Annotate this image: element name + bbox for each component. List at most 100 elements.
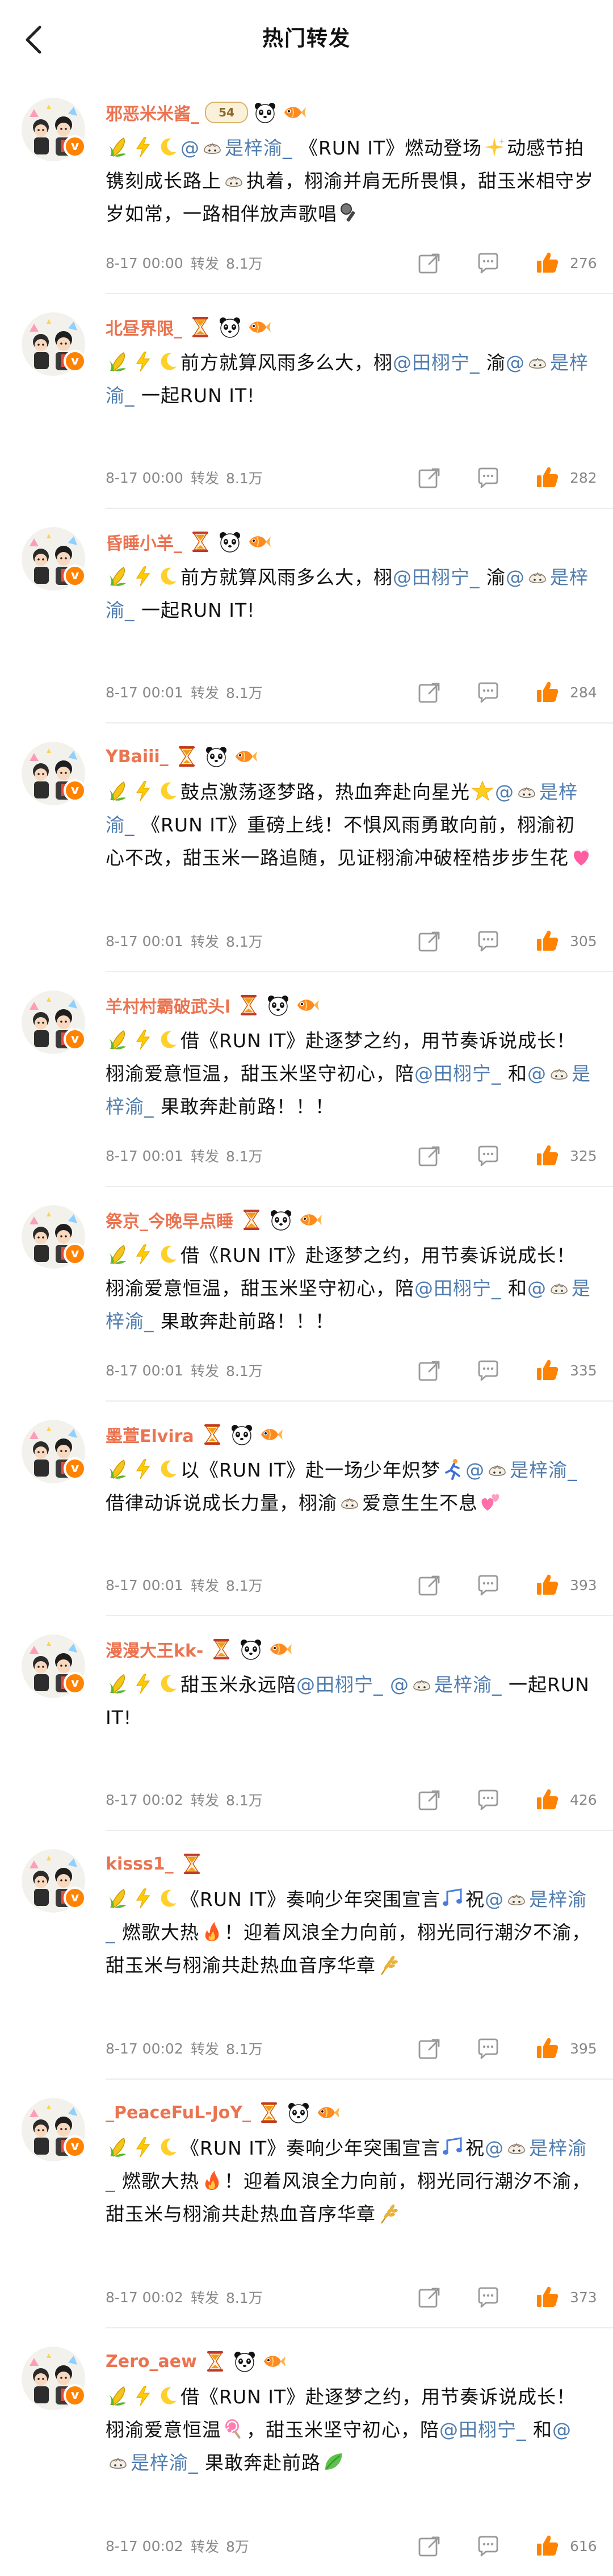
repost-text: 《RUN IT》奏响少年突围宣言 祝@ 是梓渝_ 燃歌大热 ！迎着风浪全力向前，栩光同… [106, 2132, 594, 2231]
repost-label: 转发 [191, 2539, 220, 2555]
text-segment: 一起RUN IT! [135, 599, 255, 621]
username[interactable]: 墨萱Elvira [106, 1422, 194, 1447]
username[interactable]: 漫漫大王kk- [106, 1637, 203, 1662]
username[interactable]: 昏睡小羊_ [106, 529, 182, 554]
text-segment: ，甜玉米坚守初心，陪 [246, 2419, 439, 2441]
like-icon[interactable] [535, 680, 560, 705]
dumpling-icon [526, 350, 549, 373]
verified-badge-icon: v [64, 350, 86, 373]
dumpling-icon [548, 1276, 570, 1299]
mention-link[interactable]: @田栩宁_ [296, 1674, 384, 1696]
mention-link[interactable]: @ [485, 2137, 504, 2159]
mention-link[interactable]: @田栩宁_ [393, 352, 480, 374]
username[interactable]: 羊村村霸破武头l [106, 993, 230, 1018]
repost-icon[interactable] [417, 1573, 442, 1598]
mention-link[interactable]: @ [527, 1063, 547, 1085]
text-segment: 甜玉米永远陪 [180, 1674, 296, 1696]
repost-text: 前方就算风雨多么大，栩@田栩宁_ 渝@ 是梓渝_ 一起RUN IT! [106, 561, 594, 627]
bolt-icon [132, 1028, 154, 1051]
like-icon[interactable] [535, 929, 560, 954]
mention-link[interactable]: @田栩宁_ [393, 566, 480, 588]
mention-link[interactable]: 是梓渝_ [225, 137, 293, 159]
comment-icon[interactable] [476, 1143, 501, 1168]
repost-item[interactable]: v 墨萱Elvira 以《RUN IT》赴一场少年炽梦 @ 是梓渝_ 借律动诉说成长力量… [0, 1402, 613, 1615]
repost-item[interactable]: v YBaiii_ 鼓点激荡逐梦路，热血奔赴向星光 @ 是梓渝_ 《RUN IT》重磅上… [0, 724, 613, 971]
like-icon[interactable] [535, 2285, 560, 2310]
repost-item[interactable]: v 北昼界限_ 前方就算风雨多么大，栩@田栩宁_ 渝@ 是梓渝_ 一起RUN IT! 8… [0, 294, 613, 508]
mention-link[interactable]: @ [495, 781, 514, 803]
username[interactable]: YBaiii_ [106, 747, 169, 767]
panda-badge-icon [266, 993, 291, 1018]
repost-icon[interactable] [417, 929, 442, 954]
repost-icon[interactable] [417, 2533, 442, 2558]
comment-icon[interactable] [476, 1358, 501, 1383]
repost-item[interactable]: v kisss1_ 《RUN IT》奏响少年突围宣言 祝@ 是梓渝_ 燃歌大热 ！迎着风浪… [0, 1831, 613, 2079]
mention-link[interactable]: @田栩宁_ [414, 1063, 502, 1085]
mention-link[interactable]: 是梓渝_ [510, 1459, 578, 1481]
username-row: _PeaceFuL-JoY_ [106, 2097, 345, 2128]
username[interactable]: 北昼界限_ [106, 315, 182, 340]
like-icon[interactable] [535, 1143, 560, 1168]
repost-item[interactable]: v _PeaceFuL-JoY_ 《RUN IT》奏响少年突围宣言 祝@ 是梓渝_ 燃歌… [0, 2080, 613, 2327]
repost-label: 转发 [191, 470, 220, 487]
mention-link[interactable]: @ [465, 1459, 485, 1481]
repost-icon[interactable] [417, 1143, 442, 1168]
repost-item[interactable]: v 羊村村霸破武头l 借《RUN IT》赴逐梦之约，用节奏诉说成长！栩渝爱意恒温，甜… [0, 972, 613, 1186]
repost-icon[interactable] [417, 2285, 442, 2310]
mention-link[interactable]: @ [180, 137, 200, 159]
mention-link[interactable]: @ [390, 1674, 409, 1696]
mention-link[interactable]: @ [506, 352, 525, 374]
mention-link[interactable]: @ [527, 1277, 547, 1299]
comment-icon[interactable] [476, 2036, 501, 2061]
corn-icon [107, 2136, 129, 2159]
like-icon[interactable] [535, 2533, 560, 2558]
comment-icon[interactable] [476, 2533, 501, 2558]
username[interactable]: Zero_aew [106, 2352, 197, 2372]
text-segment: 果敢奔赴前路！！！ [154, 1310, 334, 1332]
comment-icon[interactable] [476, 929, 501, 954]
repost-icon[interactable] [417, 250, 442, 275]
mention-link[interactable]: @ [485, 1888, 504, 1910]
wheat-icon [377, 1953, 400, 1976]
mention-link[interactable]: @ [552, 2419, 572, 2441]
repost-item[interactable]: v 祭京_今晚早点睡 借《RUN IT》赴逐梦之约，用节奏诉说成长！栩渝爱意恒温，甜… [0, 1187, 613, 1400]
username[interactable]: 祭京_今晚早点睡 [106, 1207, 233, 1232]
repost-icon[interactable] [417, 680, 442, 705]
comment-icon[interactable] [476, 680, 501, 705]
repost-footer: 8-17 00:01 转发 8.1万 335 [106, 1356, 597, 1385]
repost-item[interactable]: v 漫漫大王kk- 甜玉米永远陪@田栩宁_ @ 是梓渝_ 一起RUN IT! 8-17 … [0, 1616, 613, 1830]
bolt-icon [132, 136, 154, 158]
repost-item[interactable]: v 昏睡小羊_ 前方就算风雨多么大，栩@田栩宁_ 渝@ 是梓渝_ 一起RUN IT! 8… [0, 509, 613, 722]
comment-icon[interactable] [476, 465, 501, 490]
comment-icon[interactable] [476, 250, 501, 275]
comment-icon[interactable] [476, 1573, 501, 1598]
repost-item[interactable]: v 邪恶米米酱_ 54 @ 是梓渝_ 《RUN IT》燃动登场 动感节拍镌刻成长路上 执着，… [0, 80, 613, 293]
comment-icon[interactable] [476, 2285, 501, 2310]
repost-text: @ 是梓渝_ 《RUN IT》燃动登场 动感节拍镌刻成长路上 执着，栩渝并肩无所畏惧，… [106, 132, 594, 231]
username-row: 羊村村霸破武头l [106, 989, 325, 1021]
like-icon[interactable] [535, 1573, 560, 1598]
like-icon[interactable] [535, 1787, 560, 1812]
text-segment [384, 1674, 391, 1696]
repost-icon[interactable] [417, 2036, 442, 2061]
username[interactable]: _PeaceFuL-JoY_ [106, 2103, 251, 2123]
mention-link[interactable]: @ [506, 566, 525, 588]
hourglass-badge-icon [209, 1637, 234, 1662]
mention-link[interactable]: @田栩宁_ [414, 1277, 502, 1299]
repost-item[interactable]: v Zero_aew 借《RUN IT》赴逐梦之约，用节奏诉说成长！栩渝爱意恒温 ，甜… [0, 2328, 613, 2576]
username[interactable]: 邪恶米米酱_ [106, 100, 199, 125]
username[interactable]: kisss1_ [106, 1854, 174, 1874]
repost-label: 转发 [191, 685, 220, 701]
comment-icon[interactable] [476, 1787, 501, 1812]
like-icon[interactable] [535, 2036, 560, 2061]
mention-link[interactable]: 是梓渝_ [131, 2452, 199, 2474]
like-icon[interactable] [535, 250, 560, 275]
like-icon[interactable] [535, 1358, 560, 1383]
corn-icon [107, 2385, 129, 2407]
repost-icon[interactable] [417, 465, 442, 490]
mention-link[interactable]: @田栩宁_ [439, 2419, 527, 2441]
mention-link[interactable]: 是梓渝_ [434, 1674, 502, 1696]
repost-icon[interactable] [417, 1358, 442, 1383]
like-icon[interactable] [535, 465, 560, 490]
repost-icon[interactable] [417, 1787, 442, 1812]
